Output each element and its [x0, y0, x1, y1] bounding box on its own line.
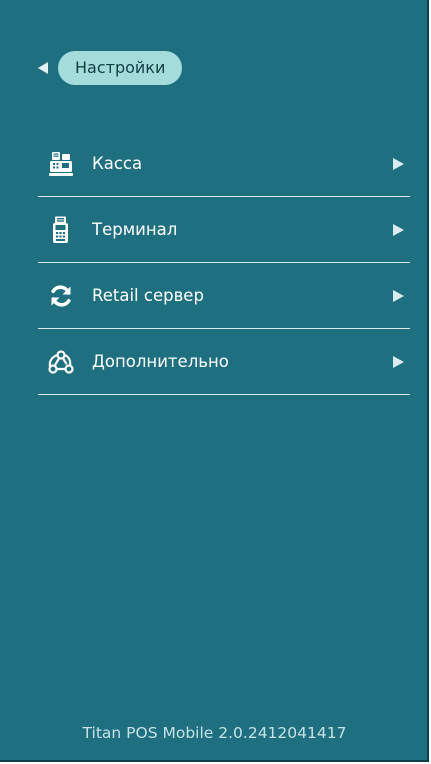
menu-item-retail-server[interactable]: Retail сервер: [38, 263, 410, 329]
chevron-right-icon: [393, 355, 404, 368]
settings-panel: Настройки Касса Терминал Retail сервер Д…: [0, 0, 429, 762]
webhook-icon: [48, 348, 74, 376]
menu-item-label: Касса: [92, 154, 143, 173]
chevron-right-icon: [393, 157, 404, 170]
settings-menu: Касса Терминал Retail сервер Дополнитель…: [38, 131, 410, 395]
chevron-right-icon: [393, 223, 404, 236]
menu-item-label: Retail сервер: [92, 286, 204, 305]
chevron-right-icon: [393, 289, 404, 302]
back-arrow-icon[interactable]: [38, 62, 48, 74]
menu-item-label: Дополнительно: [92, 352, 229, 371]
menu-item-terminal[interactable]: Терминал: [38, 197, 410, 263]
cash-register-icon: [48, 150, 74, 178]
app-version: Titan POS Mobile 2.0.2412041417: [82, 724, 347, 742]
header: Настройки: [38, 51, 183, 85]
menu-item-kassa[interactable]: Касса: [38, 131, 410, 197]
page-title[interactable]: Настройки: [58, 51, 183, 85]
sync-icon: [48, 282, 74, 310]
payment-terminal-icon: [48, 216, 74, 244]
menu-item-dopolnitelno[interactable]: Дополнительно: [38, 329, 410, 395]
menu-item-label: Терминал: [92, 220, 178, 239]
